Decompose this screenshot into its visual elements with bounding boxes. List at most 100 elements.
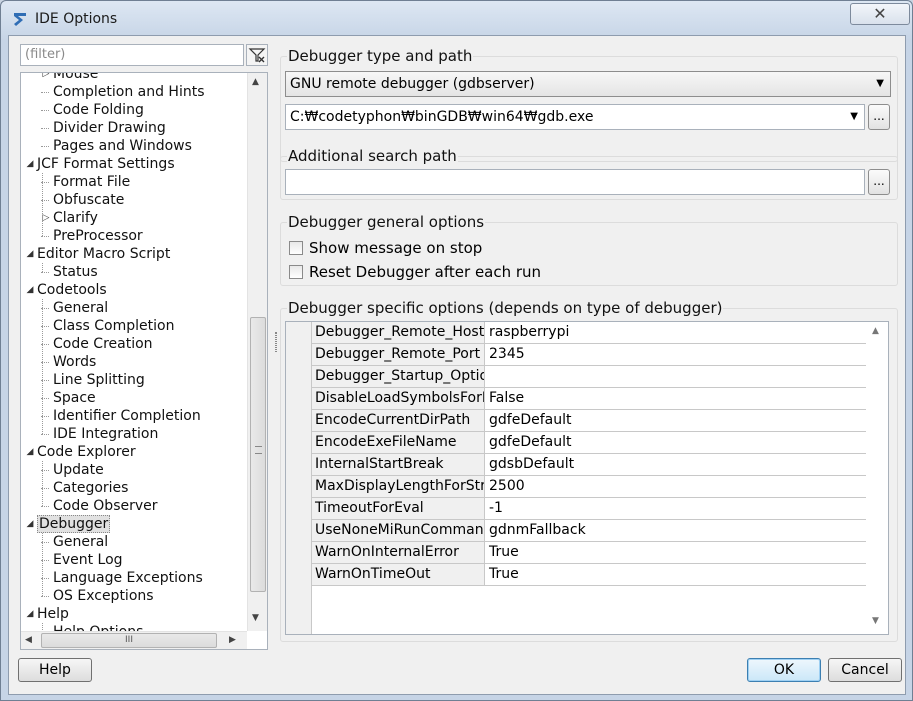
tree-vertical-scrollbar[interactable]: ▲ ▼: [247, 73, 267, 631]
property-value[interactable]: 2345: [489, 344, 525, 365]
tree-item[interactable]: Completion and Hints: [41, 83, 205, 101]
expand-arrow-icon[interactable]: ◢: [24, 443, 36, 461]
tree-item[interactable]: Format File: [41, 173, 130, 191]
property-row[interactable]: MaxDisplayLengthForString2500: [312, 476, 866, 498]
scroll-down-icon[interactable]: ▼: [872, 616, 879, 626]
property-value[interactable]: True: [489, 564, 519, 585]
tree-item[interactable]: Event Log: [41, 551, 123, 569]
property-row[interactable]: Debugger_Startup_Options: [312, 366, 866, 388]
debugger-path-combo[interactable]: C:₩codetyphon₩binGDB₩win64₩gdb.exe ▼: [285, 104, 865, 130]
property-value[interactable]: gdfeDefault: [489, 410, 571, 431]
collapse-arrow-icon[interactable]: ▷: [40, 73, 52, 83]
tree-item[interactable]: Update: [41, 461, 104, 479]
tree-connector: [41, 110, 49, 111]
help-button[interactable]: Help: [18, 658, 92, 682]
tree-item[interactable]: ▷ Clarify: [43, 209, 98, 227]
tree-item[interactable]: Class Completion: [41, 317, 174, 335]
property-value[interactable]: gdfeDefault: [489, 432, 571, 453]
tree-item[interactable]: Categories: [41, 479, 128, 497]
property-grid[interactable]: Debugger_Remote_HostnameraspberrypiDebug…: [285, 321, 889, 635]
clear-filter-button[interactable]: [246, 44, 268, 66]
grid-vertical-scrollbar[interactable]: ▲ ▼: [866, 322, 888, 634]
tree-item-label: Codetools: [37, 282, 107, 298]
tree-item[interactable]: Code Creation: [41, 335, 153, 353]
tree-item[interactable]: Status: [41, 263, 98, 281]
expand-arrow-icon[interactable]: ◢: [24, 281, 36, 299]
tree-item[interactable]: ▷ Mouse: [43, 73, 99, 83]
tree-hscroll-thumb[interactable]: III: [41, 633, 217, 648]
tree-horizontal-scrollbar[interactable]: ◀ III ▶: [21, 631, 247, 649]
tree-item[interactable]: OS Exceptions: [41, 587, 154, 605]
property-row[interactable]: WarnOnInternalError True: [312, 542, 866, 564]
property-row[interactable]: TimeoutForEval -1: [312, 498, 866, 520]
tree-item[interactable]: Help Options: [53, 623, 143, 631]
reset-debugger-checkbox[interactable]: Reset Debugger after each run: [289, 263, 541, 281]
tree-item[interactable]: ◢ JCF Format Settings: [27, 155, 175, 173]
property-row[interactable]: Debugger_Remote_Hostnameraspberrypi: [312, 322, 866, 344]
expand-arrow-icon[interactable]: ◢: [24, 515, 36, 533]
title-bar[interactable]: IDE Options ✕: [1, 1, 912, 35]
tree-item[interactable]: General: [41, 533, 108, 551]
debugger-type-select[interactable]: GNU remote debugger (gdbserver) ▼: [285, 71, 891, 97]
search-path-input[interactable]: [285, 169, 865, 195]
dropdown-arrow-icon: ▼: [850, 111, 858, 122]
property-value[interactable]: False: [489, 388, 524, 409]
panel-splitter[interactable]: [273, 36, 279, 652]
tree-item[interactable]: ◢ Code Explorer: [27, 443, 136, 461]
property-value[interactable]: gdnmFallback: [489, 520, 586, 541]
tree-item[interactable]: Identifier Completion: [41, 407, 201, 425]
cancel-button[interactable]: Cancel: [828, 658, 902, 682]
options-tree[interactable]: ▷ Mouse Completion and Hints Code Folding Di…: [20, 72, 268, 650]
property-row[interactable]: EncodeCurrentDirPath gdfeDefault: [312, 410, 866, 432]
tree-scroll-thumb[interactable]: [250, 317, 266, 592]
scroll-up-icon[interactable]: ▲: [872, 326, 879, 336]
scroll-right-icon[interactable]: ▶: [229, 635, 236, 645]
tree-item[interactable]: Pages and Windows: [41, 137, 192, 155]
tree-item[interactable]: Words: [41, 353, 96, 371]
tree-item[interactable]: Obfuscate: [41, 191, 124, 209]
property-row[interactable]: InternalStartBreak gdsbDefault: [312, 454, 866, 476]
property-row[interactable]: Debugger_Remote_Port 2345: [312, 344, 866, 366]
tree-item[interactable]: Space: [41, 389, 96, 407]
tree-item[interactable]: PreProcessor: [41, 227, 143, 245]
filter-input[interactable]: (filter): [20, 44, 244, 66]
expand-arrow-icon[interactable]: ◢: [24, 245, 36, 263]
property-row[interactable]: UseNoneMiRunCommands gdnmFallback: [312, 520, 866, 542]
grip-icon: [255, 446, 262, 454]
property-row[interactable]: DisableLoadSymbolsForLibrariesFalse: [312, 388, 866, 410]
tree-item[interactable]: Code Folding: [41, 101, 144, 119]
tree-item[interactable]: ◢ Codetools: [27, 281, 107, 299]
property-value[interactable]: raspberrypi: [489, 322, 569, 343]
tree-item-label: Line Splitting: [53, 372, 145, 388]
ok-button[interactable]: OK: [747, 658, 821, 682]
tree-item[interactable]: General: [41, 299, 108, 317]
tree-item[interactable]: Line Splitting: [41, 371, 145, 389]
tree-item-label: Update: [53, 462, 104, 478]
show-message-on-stop-checkbox[interactable]: Show message on stop: [289, 239, 482, 257]
property-value[interactable]: True: [489, 542, 519, 563]
ide-options-window: IDE Options ✕ (filter) ▷ Mouse Completion …: [0, 0, 913, 701]
tree-item[interactable]: ◢ Debugger: [27, 515, 111, 533]
property-value[interactable]: -1: [489, 498, 503, 519]
scroll-left-icon[interactable]: ◀: [25, 635, 32, 645]
close-button[interactable]: ✕: [850, 3, 910, 25]
scroll-up-icon[interactable]: ▲: [252, 77, 259, 87]
tree-item[interactable]: IDE Integration: [41, 425, 158, 443]
tree-item[interactable]: ◢ Help: [27, 605, 69, 623]
tree-item[interactable]: Divider Drawing: [41, 119, 166, 137]
tree-item-label: Pages and Windows: [53, 138, 192, 154]
scroll-down-icon[interactable]: ▼: [252, 613, 259, 623]
tree-item-label: OS Exceptions: [53, 588, 154, 604]
property-row[interactable]: EncodeExeFileName gdfeDefault: [312, 432, 866, 454]
property-value[interactable]: 2500: [489, 476, 525, 497]
browse-search-path-button[interactable]: ...: [868, 169, 890, 195]
property-row[interactable]: WarnOnTimeOut True: [312, 564, 866, 586]
browse-debugger-path-button[interactable]: ...: [868, 104, 890, 130]
tree-item[interactable]: ◢ Editor Macro Script: [27, 245, 171, 263]
expand-arrow-icon[interactable]: ◢: [24, 155, 36, 173]
tree-item[interactable]: Code Observer: [41, 497, 158, 515]
tree-item[interactable]: Language Exceptions: [41, 569, 203, 587]
tree-item-label: Code Explorer: [37, 444, 136, 460]
expand-arrow-icon[interactable]: ◢: [24, 605, 36, 623]
property-value[interactable]: gdsbDefault: [489, 454, 574, 475]
